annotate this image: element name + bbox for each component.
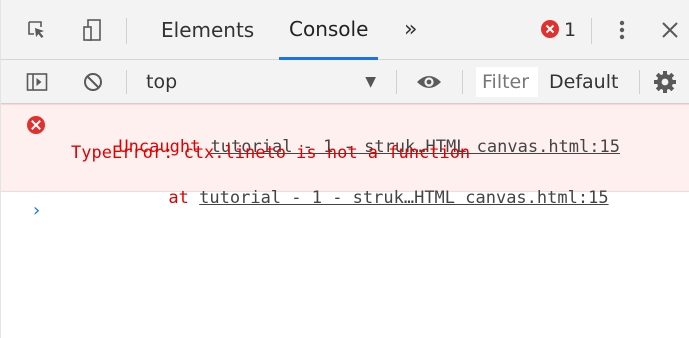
toolbar-separator [639,70,640,94]
error-message-text: TypeError: ctx.lineto is not a function [71,143,471,163]
eye-icon[interactable] [415,68,443,96]
toolbar-separator [396,70,397,94]
sidebar-toggle-icon[interactable] [23,68,51,96]
console-error-message: Uncaught tutorial - 1 - struk…HTML canva… [1,104,689,208]
devtools-tabbar: Elements Console » 1 [1,0,689,60]
context-selector[interactable]: top ▼ [136,60,386,103]
filter-input[interactable]: Filter [476,67,538,97]
error-icon [27,116,45,134]
clear-console-icon[interactable] [79,68,107,96]
tab-elements[interactable]: Elements [161,0,254,59]
console-toolbar: top ▼ Filter Default [1,60,689,104]
error-count[interactable]: 1 [564,0,576,59]
stack-source-link[interactable]: tutorial - 1 - struk…HTML canvas.html:15 [199,188,608,208]
close-icon[interactable] [656,16,684,44]
devtools-window: Elements Console » 1 top ▼ Filter Defaul… [0,0,689,338]
console-prompt[interactable]: › [31,200,42,221]
inspect-element-icon[interactable] [23,16,51,44]
toolbar-separator [126,70,127,94]
tab-separator [591,18,592,44]
gear-icon[interactable] [651,68,679,96]
context-selector-label: top [146,70,178,93]
stack-at-label: at [168,188,189,208]
device-toolbar-icon[interactable] [79,16,107,44]
chevron-down-icon: ▼ [365,73,376,90]
error-badge-icon[interactable] [541,20,559,38]
tab-console[interactable]: Console [279,0,379,60]
log-levels-dropdown[interactable]: Default [549,60,618,103]
toolbar-separator [462,70,463,94]
more-tabs-button[interactable]: » [404,0,417,59]
kebab-menu-icon[interactable] [608,16,636,44]
tab-separator [126,18,127,44]
